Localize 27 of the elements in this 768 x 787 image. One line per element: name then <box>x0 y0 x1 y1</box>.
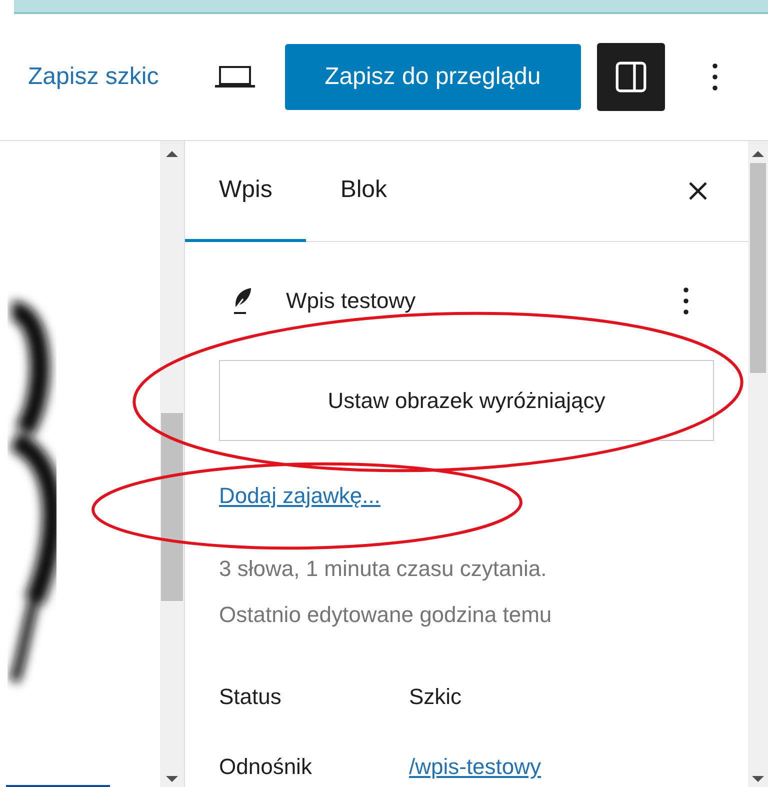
sidebar-toggle-button[interactable] <box>596 43 665 111</box>
more-options-icon[interactable] <box>683 287 689 315</box>
submit-for-review-button[interactable]: Zapisz do przeglądu <box>284 44 581 110</box>
close-icon[interactable] <box>688 181 708 201</box>
sidebar-tab[interactable]: Blok <box>306 141 422 242</box>
scroll-up-icon[interactable] <box>166 151 178 157</box>
field-label: Status <box>219 684 282 710</box>
save-draft-link[interactable]: Zapisz szkic <box>28 63 159 91</box>
post-title: Wpis testowy <box>286 288 416 314</box>
scrollbar-thumb[interactable] <box>161 413 183 601</box>
field-value: Szkic <box>409 684 462 710</box>
laptop-icon[interactable] <box>214 66 255 88</box>
scroll-down-icon[interactable] <box>752 776 764 782</box>
scroll-down-icon[interactable] <box>166 776 178 782</box>
scrollbar[interactable] <box>160 141 185 787</box>
more-options-icon[interactable] <box>712 63 718 91</box>
sidebar-icon <box>614 61 647 93</box>
field-label: Odnośnik <box>219 754 313 780</box>
permalink-link[interactable]: /wpis-testowy <box>409 754 542 780</box>
set-featured-image-button[interactable]: Ustaw obrazek wyróżniający <box>219 360 714 441</box>
scrollbar[interactable] <box>748 141 768 787</box>
last-edited-text: Ostatnio edytowane godzina temu <box>219 602 553 628</box>
scroll-up-icon[interactable] <box>752 151 764 157</box>
scrollbar-thumb[interactable] <box>750 163 766 373</box>
reading-stats: 3 słowa, 1 minuta czasu czytania. <box>219 556 548 582</box>
add-excerpt-link[interactable]: Dodaj zajawkę... <box>219 483 380 509</box>
sidebar-tab[interactable]: Wpis <box>185 141 306 242</box>
